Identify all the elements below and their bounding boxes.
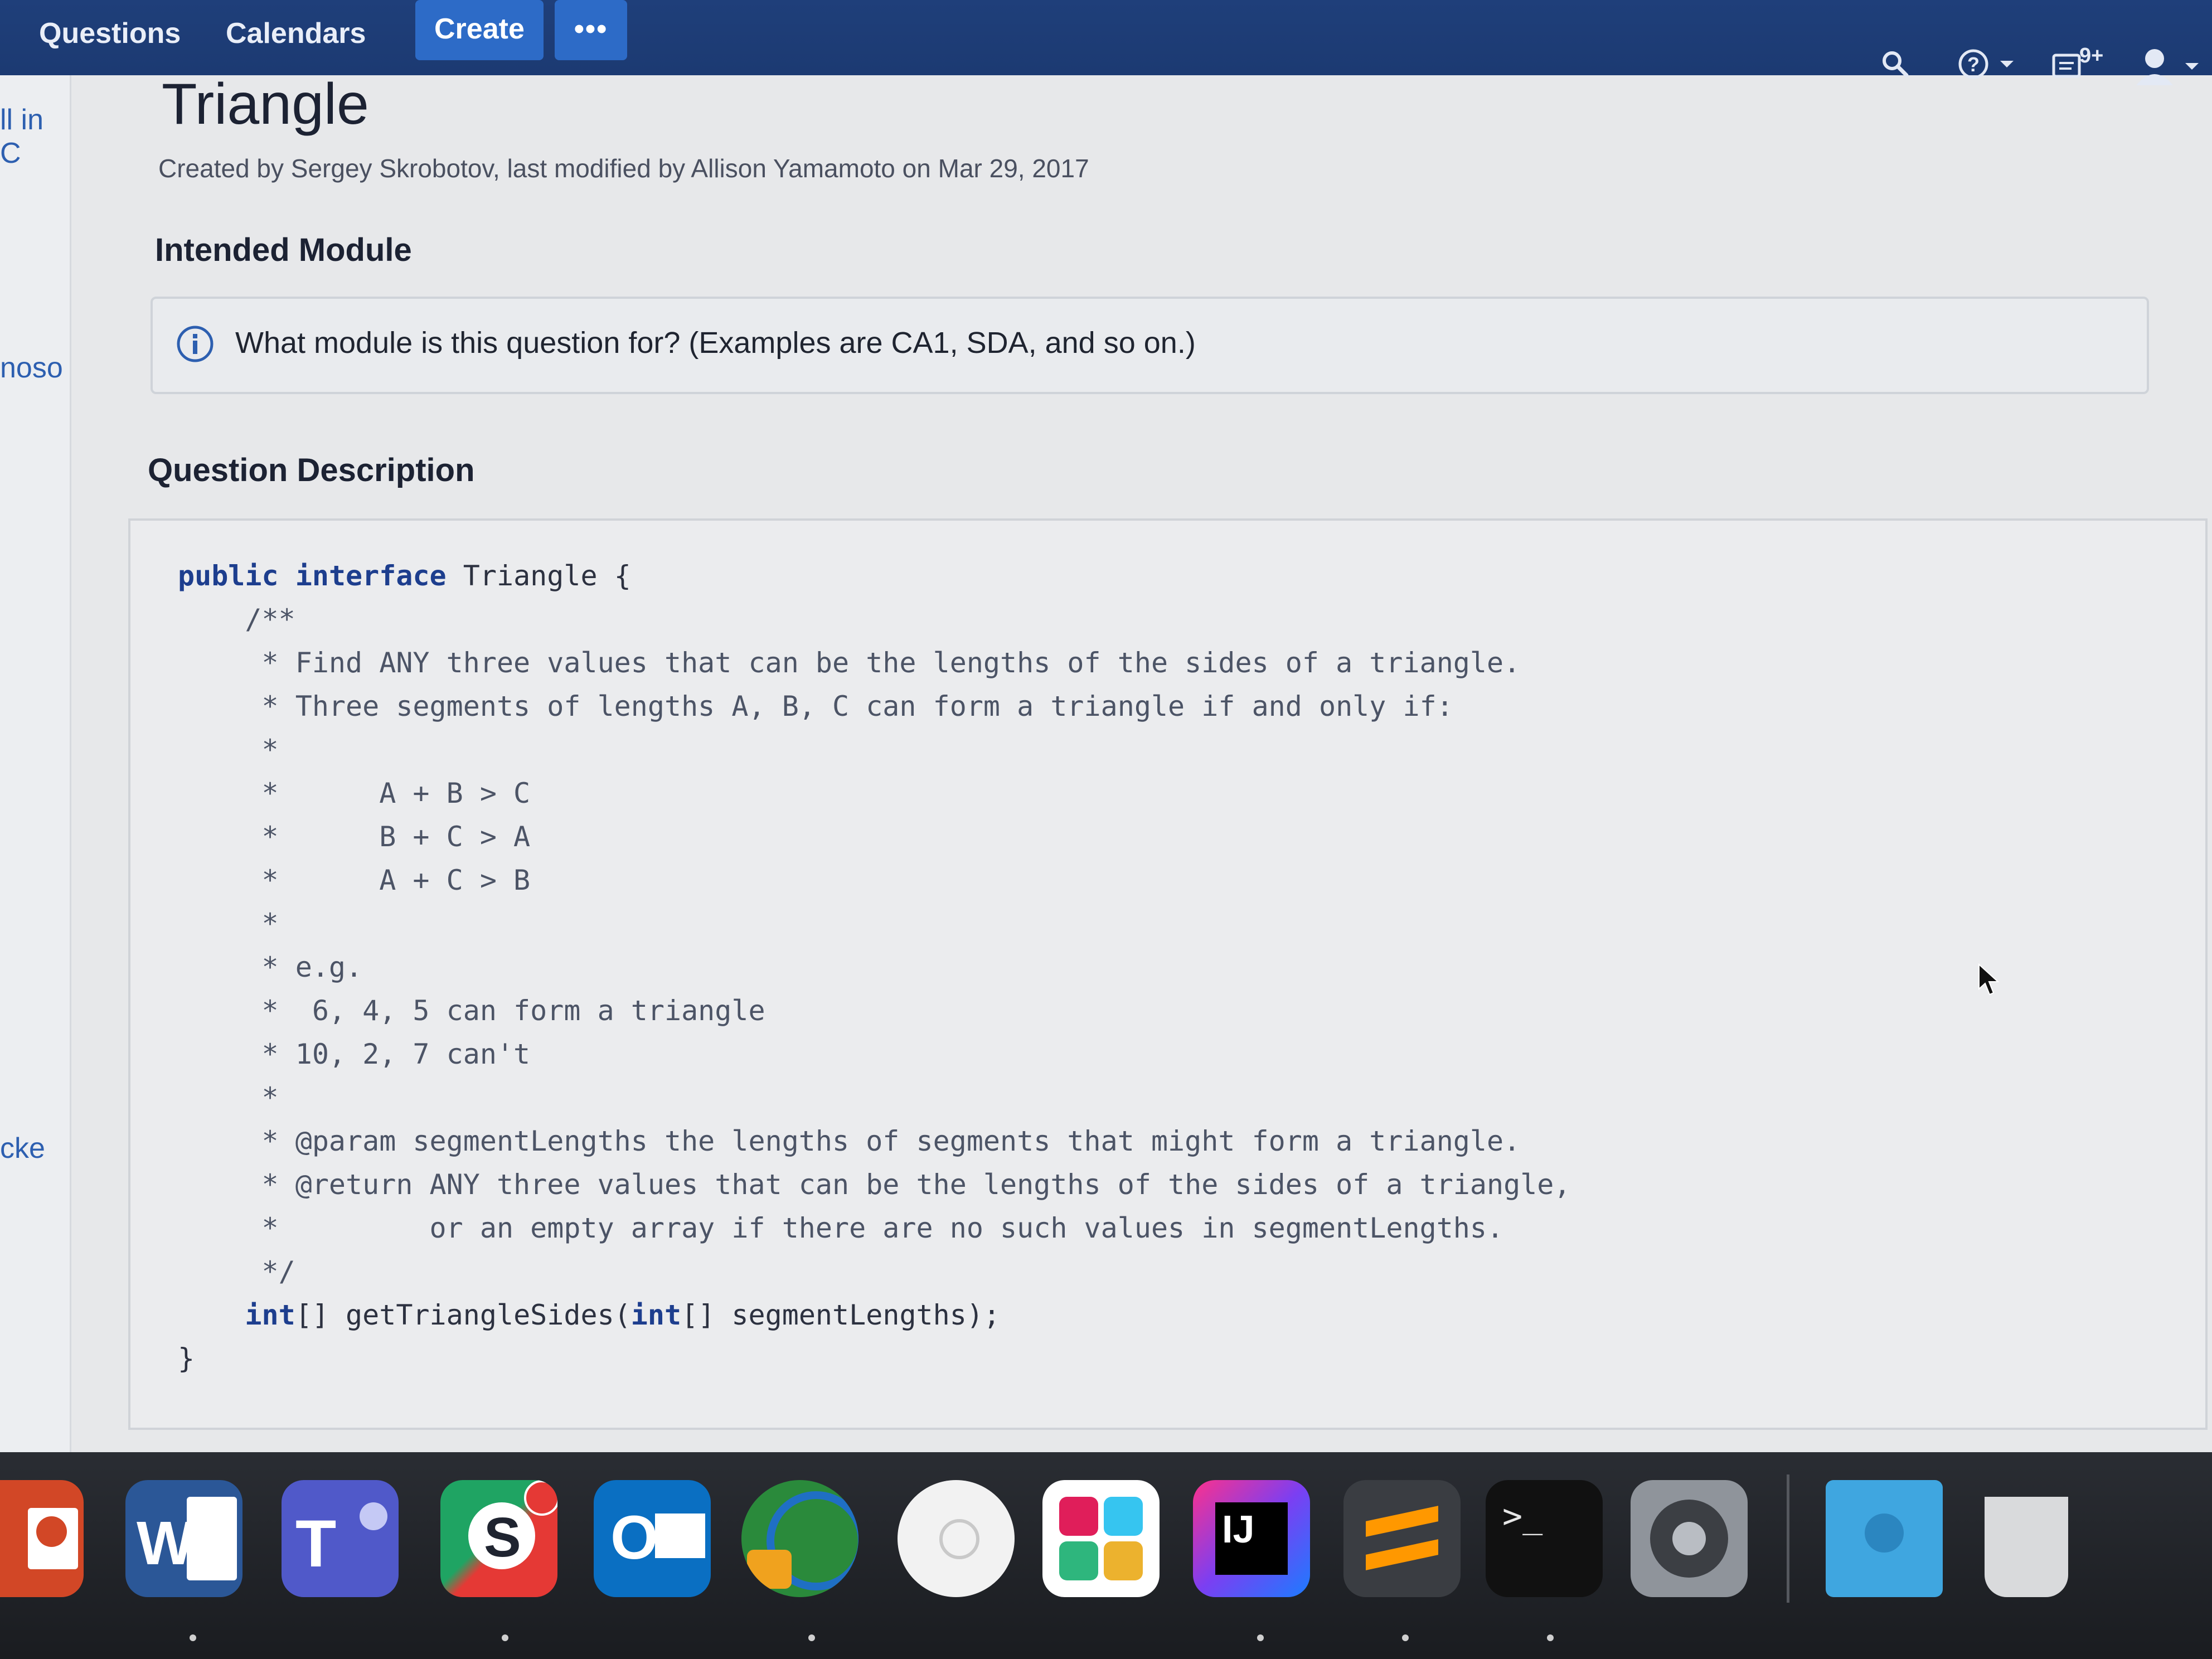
user-avatar-icon[interactable] [2129, 47, 2202, 86]
sidebar-link-fragment[interactable]: noso [0, 351, 63, 385]
page-byline: Created by Sergey Skrobotov, last modifi… [158, 154, 1089, 183]
running-indicator [808, 1634, 815, 1641]
powerpoint-icon[interactable] [0, 1480, 84, 1597]
create-button[interactable]: Create [415, 0, 544, 60]
nav-calendars[interactable]: Calendars [215, 8, 377, 59]
skype-icon[interactable]: S [440, 1480, 557, 1597]
code-line: * 10, 2, 7 can't [178, 1038, 531, 1070]
code-line: * Three segments of lengths A, B, C can … [178, 690, 1453, 722]
code-line: * @return ANY three values that can be t… [178, 1168, 1571, 1201]
page-title: Triangle [162, 72, 369, 137]
code-line: int[] getTriangleSides(int[] segmentLeng… [245, 1299, 1001, 1331]
code-line: * [178, 734, 279, 766]
code-line: * or an empty array if there are no such… [178, 1212, 1504, 1244]
code-line: * @param segmentLengths the lengths of s… [178, 1125, 1521, 1157]
section-heading-question-description: Question Description [148, 452, 475, 488]
top-navigation-bar: Questions Calendars Create ••• ? 9+ [0, 0, 2212, 85]
info-panel-text: What module is this question for? (Examp… [235, 326, 1196, 360]
sidebar-link-fragment[interactable]: ll in C [0, 103, 70, 170]
running-indicator [1547, 1634, 1554, 1641]
code-line: /** [178, 603, 295, 636]
code-line: */ [178, 1255, 295, 1288]
more-menu-button[interactable]: ••• [555, 0, 627, 60]
code-block: public interface Triangle { /** * Find A… [178, 554, 1571, 1380]
code-line: * [178, 908, 279, 940]
code-panel: public interface Triangle { /** * Find A… [128, 518, 2208, 1430]
system-preferences-icon[interactable] [1631, 1480, 1748, 1597]
intellij-icon[interactable]: IJ [1193, 1480, 1310, 1597]
help-icon[interactable]: ? [1957, 47, 2024, 81]
terminal-icon[interactable]: >_ [1486, 1480, 1603, 1597]
dock-divider [1787, 1474, 1789, 1603]
slack-icon[interactable] [1042, 1480, 1160, 1597]
trash-icon[interactable] [1968, 1480, 2085, 1597]
running-indicator [190, 1634, 196, 1641]
code-line: * Find ANY three values that can be the … [178, 647, 1521, 679]
word-icon[interactable]: W [125, 1480, 242, 1597]
wifi-icon[interactable] [898, 1480, 1015, 1597]
code-line: * 6, 4, 5 can form a triangle [178, 995, 765, 1027]
code-line: * B + C > A [178, 821, 531, 853]
info-icon [177, 326, 214, 362]
code-line: } [178, 1342, 195, 1375]
code-line: * A + C > B [178, 864, 531, 896]
section-heading-intended-module: Intended Module [155, 232, 412, 268]
code-line: * [178, 1081, 279, 1114]
sublime-icon[interactable] [1343, 1480, 1461, 1597]
mouse-cursor-icon [1978, 963, 2000, 996]
running-indicator [502, 1634, 508, 1641]
running-indicator [1257, 1634, 1264, 1641]
nav-questions[interactable]: Questions [28, 8, 192, 59]
teams-icon[interactable]: T [282, 1480, 399, 1597]
code-line: public interface Triangle { [178, 560, 631, 592]
running-indicator [1402, 1634, 1409, 1641]
search-icon[interactable] [1879, 47, 1912, 81]
notifications-icon[interactable]: 9+ [2051, 44, 2113, 81]
notifications-badge: 9+ [2079, 44, 2104, 67]
outlook-icon[interactable]: O [594, 1480, 711, 1597]
svg-text:?: ? [1967, 53, 1980, 76]
code-line: * A + B > C [178, 777, 531, 809]
sidebar-link-fragment[interactable]: cke [0, 1132, 45, 1165]
vpn-icon[interactable] [741, 1480, 858, 1597]
code-line: * e.g. [178, 951, 363, 983]
sidebar: ll in C noso cke [0, 75, 71, 1452]
macos-dock: W T S O IJ >_ [0, 1452, 2212, 1659]
downloads-folder-icon[interactable] [1826, 1480, 1943, 1597]
info-panel: What module is this question for? (Examp… [151, 297, 2149, 394]
